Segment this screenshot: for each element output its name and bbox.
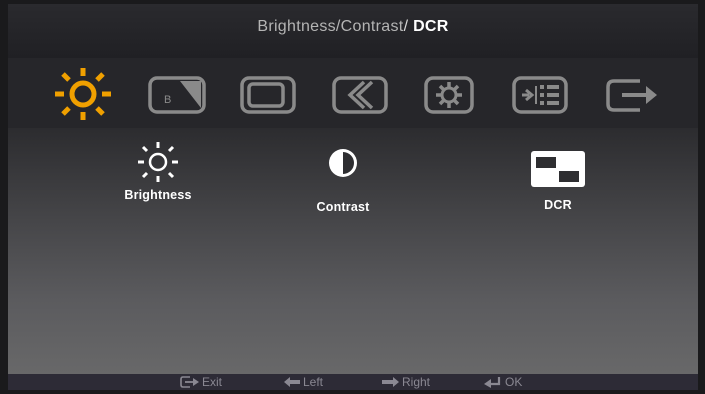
contrast-label: Contrast [316,200,370,214]
dcr-icon [531,151,585,187]
tab-options[interactable] [328,66,394,122]
menu-item-contrast[interactable]: Contrast [293,143,393,214]
enter-icon [484,377,501,388]
tab-image-setup[interactable]: B [144,66,210,122]
image-properties-icon [240,76,296,114]
tab-exit[interactable] [600,66,666,122]
tab-brightness[interactable] [50,66,116,122]
right-hint-label: Right [402,375,431,389]
tab-settings[interactable] [416,66,482,122]
breadcrumb-current: DCR [413,18,449,35]
left-hint-label: Left [303,375,324,389]
input-signal-icon [512,76,568,114]
brightness-label: Brightness [124,188,192,202]
breadcrumb-separator: / [403,18,409,35]
title-bar: Brightness/Contrast/ DCR [8,4,698,58]
exit-hint[interactable]: Exit [180,375,222,389]
options-icon [332,76,388,114]
exit-hint-label: Exit [202,375,223,389]
footer-hint-bar: Exit Left Right OK [8,374,698,390]
image-setup-label: B [164,94,171,106]
image-setup-icon: B [148,76,206,114]
osd-menu: Brightness/Contrast/ DCR B Brightness Co… [8,4,698,390]
ok-hint-label: OK [505,375,523,389]
tab-input-signal[interactable] [508,66,574,122]
menu-item-brightness[interactable]: Brightness [108,140,208,202]
right-arrow-icon [382,377,399,387]
breadcrumb: Brightness/Contrast/ DCR [8,18,698,36]
menu-tab-bar: B [8,58,698,128]
sun-icon [138,142,178,182]
half-circle-icon [329,149,357,177]
menu-item-dcr[interactable]: DCR [508,150,608,212]
exit-icon [180,376,199,388]
left-hint[interactable]: Left [283,375,323,389]
right-hint[interactable]: Right [380,375,430,389]
menu-content: Brightness Contrast DCR [8,128,698,374]
sun-icon [55,68,111,120]
dcr-label: DCR [544,198,572,212]
ok-hint[interactable]: OK [483,375,522,389]
left-arrow-icon [284,377,300,387]
settings-gear-icon [424,76,474,114]
tab-image-properties[interactable] [236,66,302,122]
breadcrumb-parent: Brightness/Contrast [257,18,404,35]
exit-icon [606,79,657,112]
